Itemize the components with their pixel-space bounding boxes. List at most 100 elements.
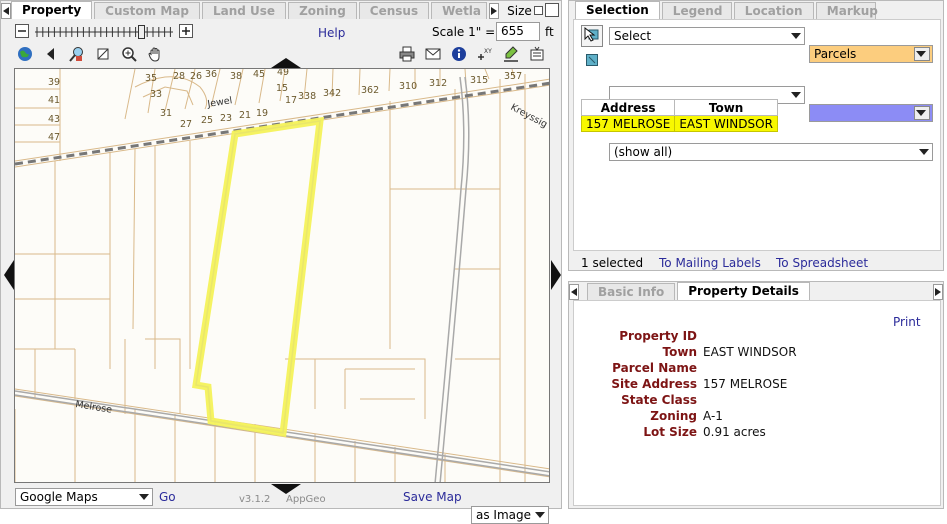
- parcel-number-label: 33: [150, 89, 162, 100]
- parcel-number-label: 17: [285, 95, 297, 106]
- table-row[interactable]: 157 MELROSE EAST WINDSOR: [580, 115, 778, 132]
- parcel-number-label: 23: [220, 113, 232, 124]
- triangle-left-icon: [3, 7, 9, 15]
- zoom-out-button[interactable]: [15, 24, 29, 38]
- chevron-down-icon: [791, 92, 801, 98]
- scale-input[interactable]: 655: [496, 22, 540, 41]
- table-cell-town[interactable]: EAST WINDSOR: [674, 115, 778, 132]
- back-arrow-icon[interactable]: [41, 44, 61, 64]
- filter-select-value: (show all): [614, 145, 673, 159]
- tab-land-use[interactable]: Land Use: [201, 2, 287, 19]
- map-panel: Property Custom Map Land Use Zoning Cens…: [0, 0, 562, 524]
- tab-basic-info[interactable]: Basic Info: [587, 283, 676, 300]
- tab-legend[interactable]: Legend: [661, 2, 732, 19]
- table-cell-address[interactable]: 157 MELROSE: [580, 115, 676, 132]
- tab-markup[interactable]: Markup: [815, 2, 878, 19]
- selection-panel: Selection Legend Location Markup Select …: [568, 0, 944, 271]
- column-header-address[interactable]: Address: [580, 99, 676, 116]
- triangle-left-icon: [571, 288, 577, 296]
- print-icon[interactable]: [397, 44, 417, 64]
- tab-property[interactable]: Property: [11, 1, 93, 19]
- zoom-slider[interactable]: [33, 24, 175, 40]
- property-field-row: Site Address 157 MELROSE: [591, 376, 906, 392]
- chevron-down-icon: [916, 110, 926, 116]
- pan-east-arrow[interactable]: [551, 260, 561, 290]
- parcel-number-label: 362: [361, 85, 379, 96]
- identify-icon[interactable]: [527, 44, 547, 64]
- tab-census[interactable]: Census: [358, 2, 430, 19]
- tab-property-details[interactable]: Property Details: [677, 282, 810, 300]
- go-button[interactable]: Go: [159, 490, 176, 504]
- filter-select[interactable]: (show all): [609, 143, 933, 161]
- parcel-number-label: 26: [190, 71, 202, 82]
- zoom-in-icon[interactable]: [119, 44, 139, 64]
- parcel-number-label: 315: [470, 75, 488, 86]
- parcel-number-label: 49: [277, 69, 289, 78]
- selection-tab-strip: Selection Legend Location Markup: [575, 1, 878, 19]
- details-scroll-left-button[interactable]: [569, 284, 579, 300]
- property-field-value: 0.91 acres: [703, 425, 766, 439]
- road-name-label: Kreyssig: [509, 102, 549, 130]
- parcel-number-label: 338: [298, 91, 316, 102]
- zoom-to-selection-icon[interactable]: [67, 44, 87, 64]
- minus-icon: [18, 30, 26, 32]
- parcel-number-label: 19: [256, 108, 268, 119]
- pan-north-arrow[interactable]: [271, 58, 301, 68]
- buffer-tool-button[interactable]: [586, 54, 598, 69]
- parcel-number-label: 31: [160, 108, 172, 119]
- layer-select[interactable]: Parcels: [809, 45, 933, 63]
- globe-icon[interactable]: [15, 44, 35, 64]
- parcel-number-label: 28: [173, 71, 185, 82]
- pan-west-arrow[interactable]: [4, 260, 14, 290]
- parcel-number-label: 357: [504, 71, 522, 82]
- zoom-in-button[interactable]: [179, 24, 193, 38]
- property-field-label: Parcel Name: [612, 361, 697, 375]
- details-scroll-right-button[interactable]: [933, 284, 943, 300]
- property-field-row: Parcel Name: [591, 360, 906, 376]
- tab-selection[interactable]: Selection: [575, 1, 660, 19]
- markup-icon[interactable]: [501, 44, 521, 64]
- mailing-labels-link[interactable]: To Mailing Labels: [659, 256, 761, 270]
- chevron-down-icon: [535, 512, 545, 518]
- version-label: v3.1.2: [239, 494, 271, 505]
- tab-location[interactable]: Location: [733, 2, 814, 19]
- pan-hand-icon[interactable]: [145, 44, 165, 64]
- parcel-number-label: 312: [429, 78, 447, 89]
- tool-select[interactable]: Select: [609, 27, 805, 45]
- xy-coordinates-icon[interactable]: XY: [475, 44, 495, 64]
- details-tab-strip: Basic Info Property Details: [569, 282, 943, 300]
- property-field-label: Lot Size: [643, 425, 697, 439]
- email-icon[interactable]: [423, 44, 443, 64]
- pan-south-arrow[interactable]: [271, 484, 301, 494]
- secondary-layer-select[interactable]: [809, 104, 933, 122]
- size-large-toggle[interactable]: [544, 3, 559, 17]
- spreadsheet-link[interactable]: To Spreadsheet: [776, 256, 868, 270]
- zoom-slider-thumb[interactable]: [138, 25, 145, 39]
- basemap-select[interactable]: Google Maps: [15, 488, 153, 506]
- plus-icon: [182, 27, 190, 35]
- tab-zoning[interactable]: Zoning: [288, 2, 357, 19]
- print-link[interactable]: Print: [893, 315, 921, 329]
- parcel-number-label: 45: [253, 69, 265, 80]
- tab-scroll-left-button[interactable]: [1, 3, 11, 19]
- parcel-map[interactable]: 39 41 43 47 35 33 31 27 25 23 21 19 28 26 36 38 45 49 1517…: [15, 69, 550, 483]
- map-canvas[interactable]: 39 41 43 47 35 33 31 27 25 23 21 19 28 26 36 38 45 49 15 17…: [14, 68, 550, 483]
- size-label: Size: [507, 4, 532, 18]
- parcel-number-label: 39: [48, 77, 60, 88]
- size-small-toggle[interactable]: [533, 6, 543, 15]
- property-field-row: State Class: [591, 392, 906, 408]
- info-icon[interactable]: [449, 44, 469, 64]
- property-field-label: Site Address: [611, 377, 697, 391]
- property-field-row: Property ID: [591, 328, 906, 344]
- property-details-grid: Property ID Town EAST WINDSOR Parcel Name Si…: [591, 328, 906, 440]
- parcel-number-label: 43: [48, 114, 60, 125]
- save-map-link[interactable]: Save Map: [403, 490, 462, 504]
- column-header-town[interactable]: Town: [674, 99, 778, 116]
- tab-custom-map[interactable]: Custom Map: [94, 2, 200, 19]
- zoom-box-icon[interactable]: [93, 44, 113, 64]
- select-tool-button[interactable]: [581, 25, 603, 47]
- help-link[interactable]: Help: [318, 26, 345, 40]
- tool-select-value: Select: [614, 29, 652, 43]
- tab-scroll-right-button[interactable]: [489, 3, 500, 19]
- tab-wetlands[interactable]: Wetla: [431, 2, 488, 19]
